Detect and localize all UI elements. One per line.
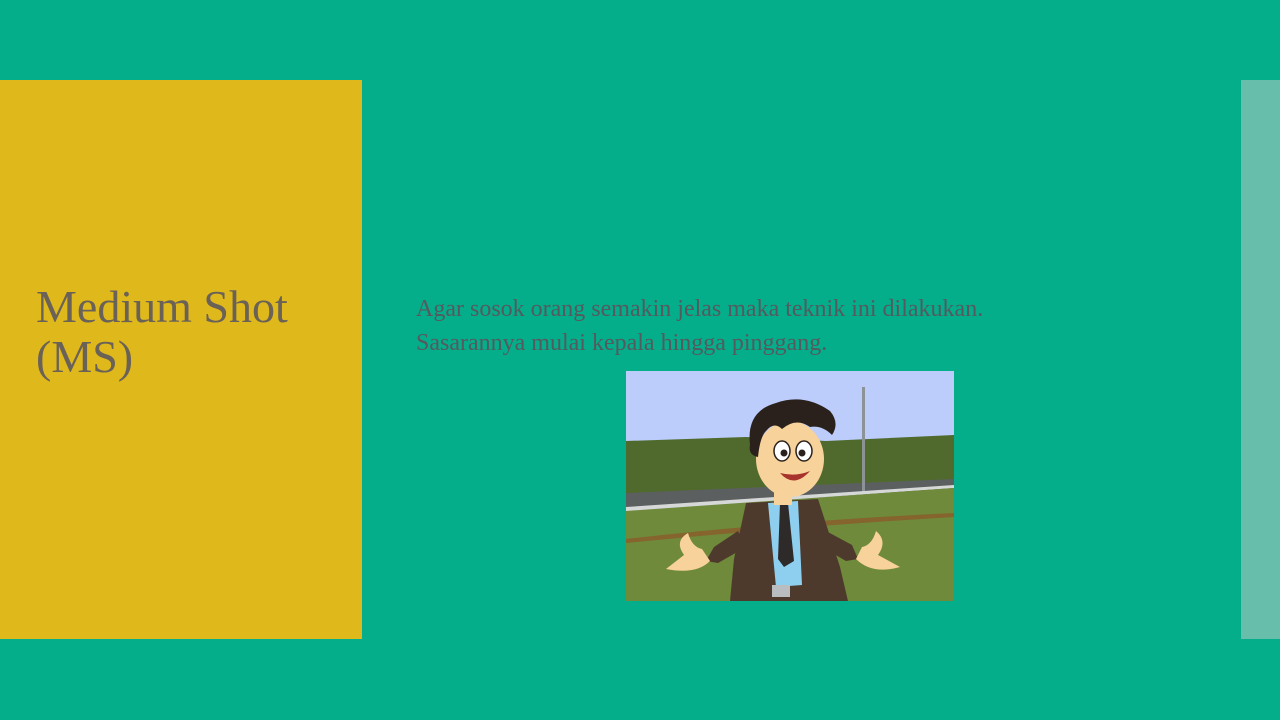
cartoon-man-illustration <box>626 371 954 601</box>
right-accent-strip <box>1241 80 1280 639</box>
slide-title: Medium Shot (MS) <box>36 281 288 382</box>
body-line-2: Sasarannya mulai kepala hingga pinggang. <box>416 330 828 356</box>
slide-body: Agar sosok orang semakin jelas maka tekn… <box>416 292 1136 360</box>
body-line-1: Agar sosok orang semakin jelas maka tekn… <box>416 296 984 322</box>
